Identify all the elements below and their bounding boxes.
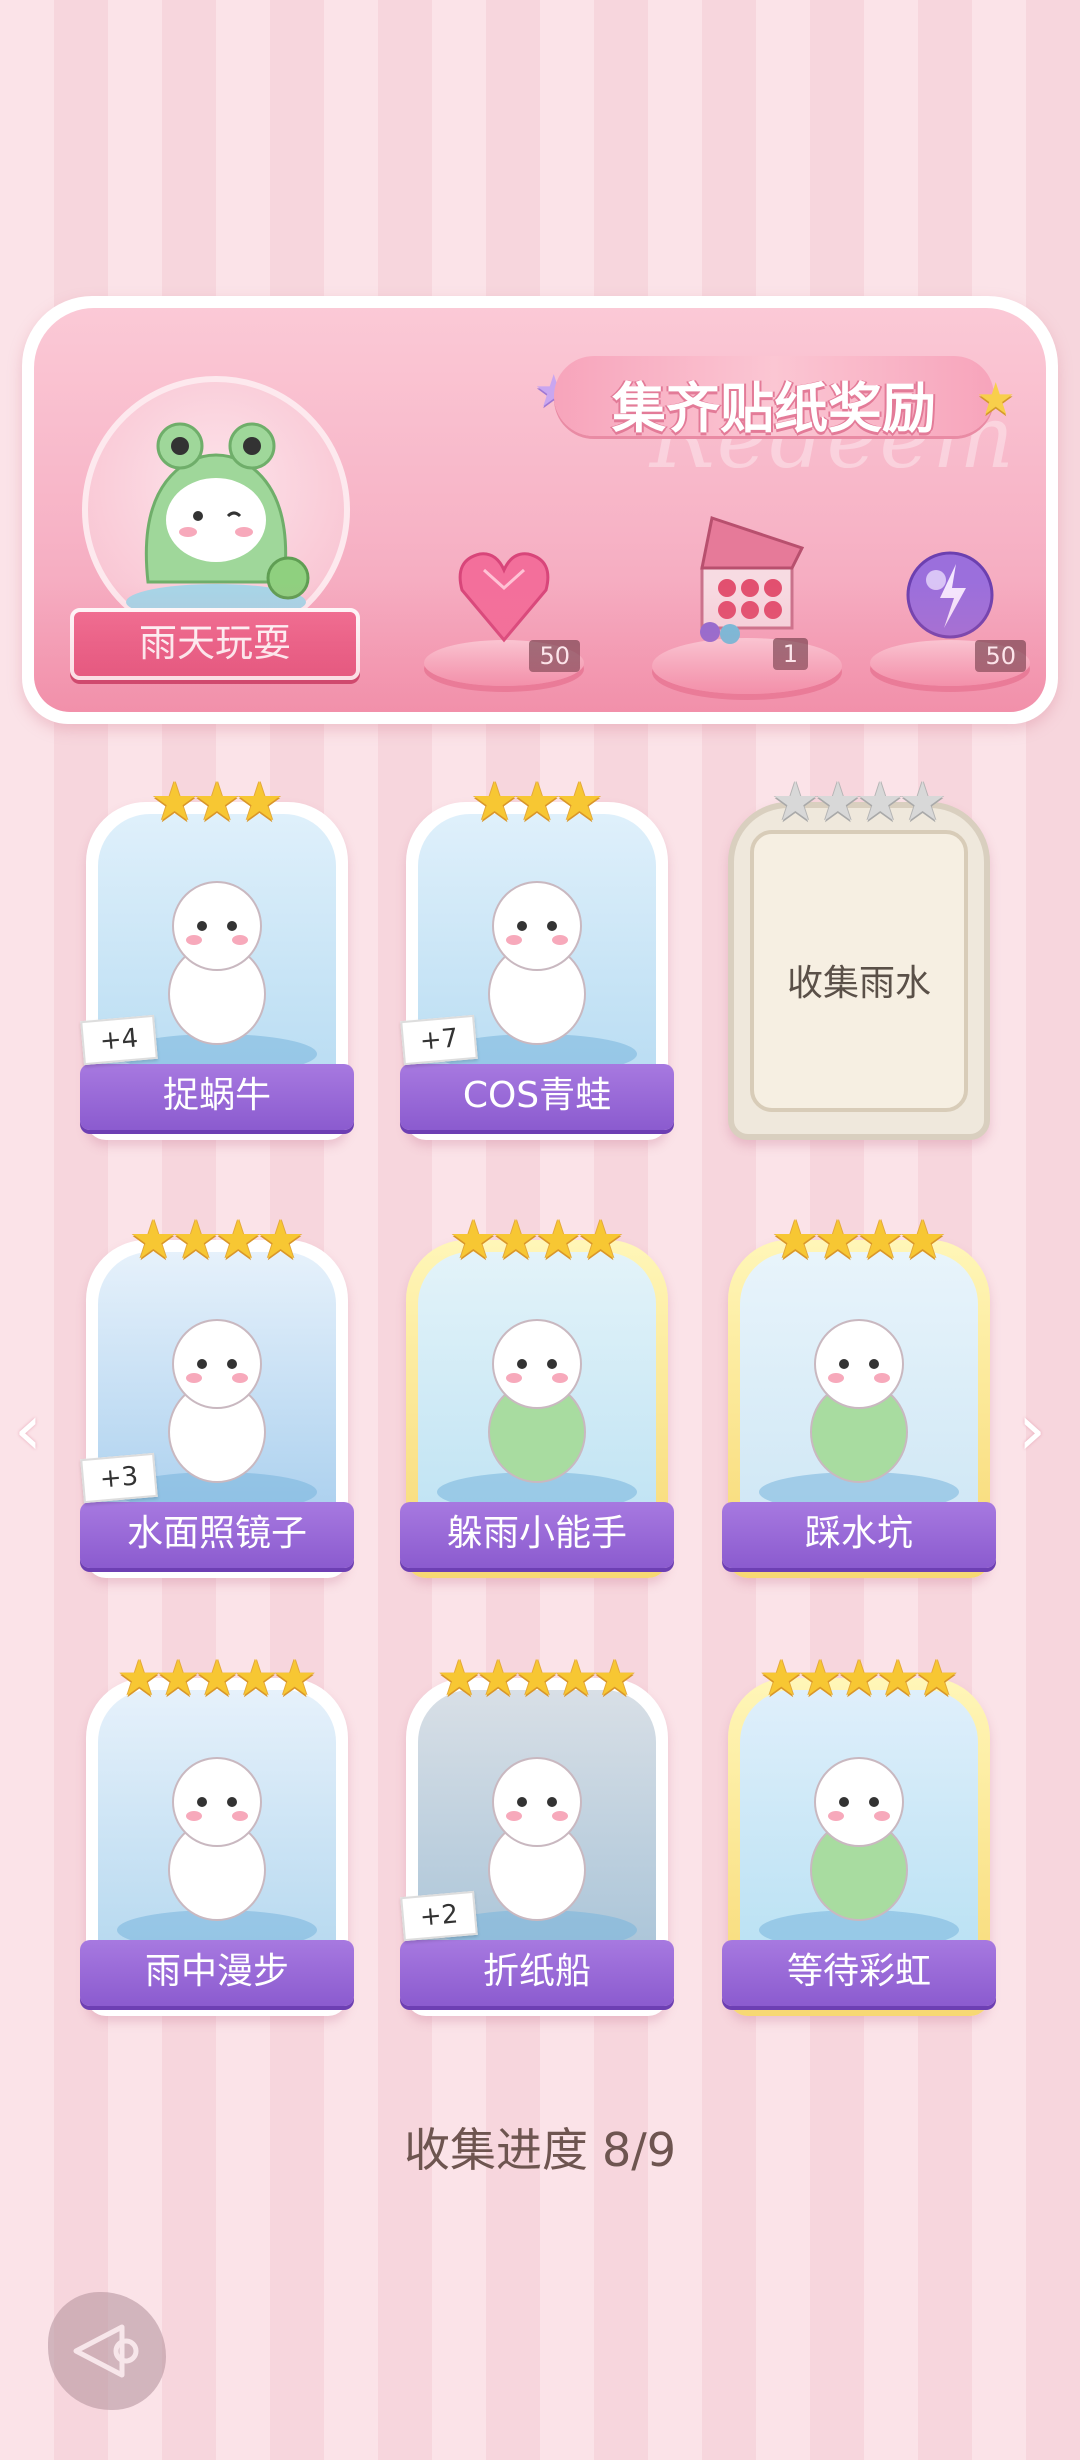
gift-box-icon xyxy=(700,516,805,644)
grey-star-icon: ★ xyxy=(813,770,862,833)
bonus-tag: +3 xyxy=(80,1452,158,1504)
star-rating: ★★★★★ xyxy=(86,1648,348,1708)
avatar-label-ribbon: 雨天玩耍 xyxy=(70,608,360,680)
gold-star-icon: ★ xyxy=(129,1208,178,1271)
reward-pedestal xyxy=(652,638,842,694)
gold-star-icon: ★ xyxy=(898,1208,947,1271)
star-rating: ★★★★ xyxy=(728,772,990,832)
gold-star-icon: ★ xyxy=(171,1208,220,1271)
card-label: 捉蜗牛 xyxy=(162,1075,271,1116)
gold-star-icon: ★ xyxy=(272,1649,318,1707)
gold-star-icon: ★ xyxy=(771,1208,820,1271)
star-rating: ★★★★ xyxy=(728,1210,990,1270)
card-label-ribbon: COS青蛙 xyxy=(400,1064,674,1130)
sticker-card[interactable]: ★★★★★ 雨中漫步 xyxy=(80,1648,354,2016)
gold-star-icon: ★ xyxy=(512,770,562,833)
banner-title: 集齐贴纸奖励 xyxy=(612,377,936,440)
bonus-tag: +7 xyxy=(400,1014,478,1066)
title-ribbon: 集齐贴纸奖励 xyxy=(554,356,994,440)
progress-value: 8/9 xyxy=(601,2123,677,2177)
grey-star-icon: ★ xyxy=(898,770,947,833)
card-label-ribbon: 折纸船 xyxy=(400,1940,674,2006)
sticker-illustration xyxy=(740,1690,978,1962)
card-label-ribbon: 躲雨小能手 xyxy=(400,1502,674,1568)
gold-star-icon: ★ xyxy=(592,1649,638,1707)
collection-progress: 收集进度 8/9 xyxy=(0,2114,1080,2180)
pink-heart-gem-icon xyxy=(458,552,550,643)
sticker-card[interactable]: ★★★★ 躲雨小能手 xyxy=(400,1210,674,1578)
gold-star-icon: ★ xyxy=(534,1208,583,1271)
sticker-card[interactable]: ★★★★ 踩水坑 xyxy=(722,1210,996,1578)
grey-star-icon: ★ xyxy=(856,770,905,833)
cute-animal-icon xyxy=(437,1319,637,1512)
cute-animal-icon xyxy=(759,1757,959,1950)
card-label-ribbon: 等待彩虹 xyxy=(722,1940,996,2006)
sticker-card[interactable]: ★★★ 捉蜗牛 +4 xyxy=(80,772,354,1140)
back-arrow-icon xyxy=(73,2324,139,2378)
gold-star-icon: ★ xyxy=(491,1208,540,1271)
cute-animal-icon xyxy=(759,1319,959,1512)
sticker-card[interactable]: ★★★★ 水面照镜子 +3 xyxy=(80,1210,354,1578)
reward-banner: Redeem ★ 集齐贴纸奖励 ★ 雨天玩耍 xyxy=(22,296,1058,724)
sticker-card[interactable]: ★★★ COS青蛙 +7 xyxy=(400,772,674,1140)
frog-bunny-avatar xyxy=(82,376,350,644)
cute-animal-icon xyxy=(117,1757,317,1950)
reward-pedestal xyxy=(424,640,584,686)
star-rating: ★★★★★ xyxy=(406,1648,668,1708)
frog-hood-bunny-icon xyxy=(126,422,310,620)
card-label: COS青蛙 xyxy=(462,1075,612,1116)
sticker-illustration xyxy=(418,1252,656,1524)
card-label: 折纸船 xyxy=(482,1951,591,1992)
reward-pedestal xyxy=(870,640,1030,686)
card-label-ribbon: 捉蜗牛 xyxy=(80,1064,354,1130)
purple-energy-orb-icon xyxy=(906,551,994,639)
grey-star-icon: ★ xyxy=(771,770,820,833)
next-page-chevron-icon[interactable]: › xyxy=(1018,1390,1068,1470)
star-rating: ★★★ xyxy=(86,772,348,832)
gold-star-icon: ★ xyxy=(555,770,604,833)
sticker-card[interactable]: 收集雨水 ★★★★ xyxy=(728,772,990,1140)
gold-star-icon: ★ xyxy=(470,770,519,833)
reward-count: 50 xyxy=(529,640,580,672)
card-label: 雨中漫步 xyxy=(144,1951,289,1992)
gold-star-icon: ★ xyxy=(192,770,242,833)
sticker-illustration xyxy=(740,1252,978,1524)
gold-star-icon: ★ xyxy=(214,1208,263,1271)
reward-count: 1 xyxy=(772,638,808,670)
card-label-ribbon: 雨中漫步 xyxy=(80,1940,354,2006)
gold-star-icon: ★ xyxy=(256,1208,305,1271)
back-button[interactable] xyxy=(48,2292,166,2410)
prev-page-chevron-icon[interactable]: ‹ xyxy=(14,1390,64,1470)
sticker-illustration xyxy=(98,1690,336,1962)
progress-label: 收集进度 xyxy=(403,2123,588,2177)
card-label: 收集雨水 xyxy=(786,963,931,1004)
star-rating: ★★★★ xyxy=(406,1210,668,1270)
star-rating: ★★★ xyxy=(406,772,668,832)
bonus-tag: +2 xyxy=(400,1890,478,1942)
gold-star-icon: ★ xyxy=(235,770,284,833)
card-label: 躲雨小能手 xyxy=(446,1513,627,1554)
card-label-ribbon: 踩水坑 xyxy=(722,1502,996,1568)
sticker-card[interactable]: ★★★★★ 折纸船 +2 xyxy=(400,1648,674,2016)
avatar-label: 雨天玩耍 xyxy=(138,621,291,665)
gold-star-icon: ★ xyxy=(150,770,199,833)
star-rating: ★★★★★ xyxy=(728,1648,990,1708)
gold-star-icon: ★ xyxy=(576,1208,625,1271)
card-label: 踩水坑 xyxy=(804,1513,913,1554)
locked-card-paper: 收集雨水 xyxy=(750,830,968,1112)
gold-star-icon: ★ xyxy=(856,1208,905,1271)
gold-star-icon: ★ xyxy=(449,1208,498,1271)
gold-star-icon: ★ xyxy=(914,1649,960,1707)
star-rating: ★★★★ xyxy=(86,1210,348,1270)
sticker-card[interactable]: ★★★★★ 等待彩虹 xyxy=(722,1648,996,2016)
bonus-tag: +4 xyxy=(80,1014,158,1066)
yellow-star-icon: ★ xyxy=(976,374,1016,425)
card-label: 水面照镜子 xyxy=(126,1513,307,1554)
card-label: 等待彩虹 xyxy=(786,1951,931,1992)
card-label-ribbon: 水面照镜子 xyxy=(80,1502,354,1568)
gold-star-icon: ★ xyxy=(813,1208,862,1271)
reward-count: 50 xyxy=(975,640,1026,672)
reward-banner-background: Redeem ★ 集齐贴纸奖励 ★ 雨天玩耍 xyxy=(34,308,1046,712)
